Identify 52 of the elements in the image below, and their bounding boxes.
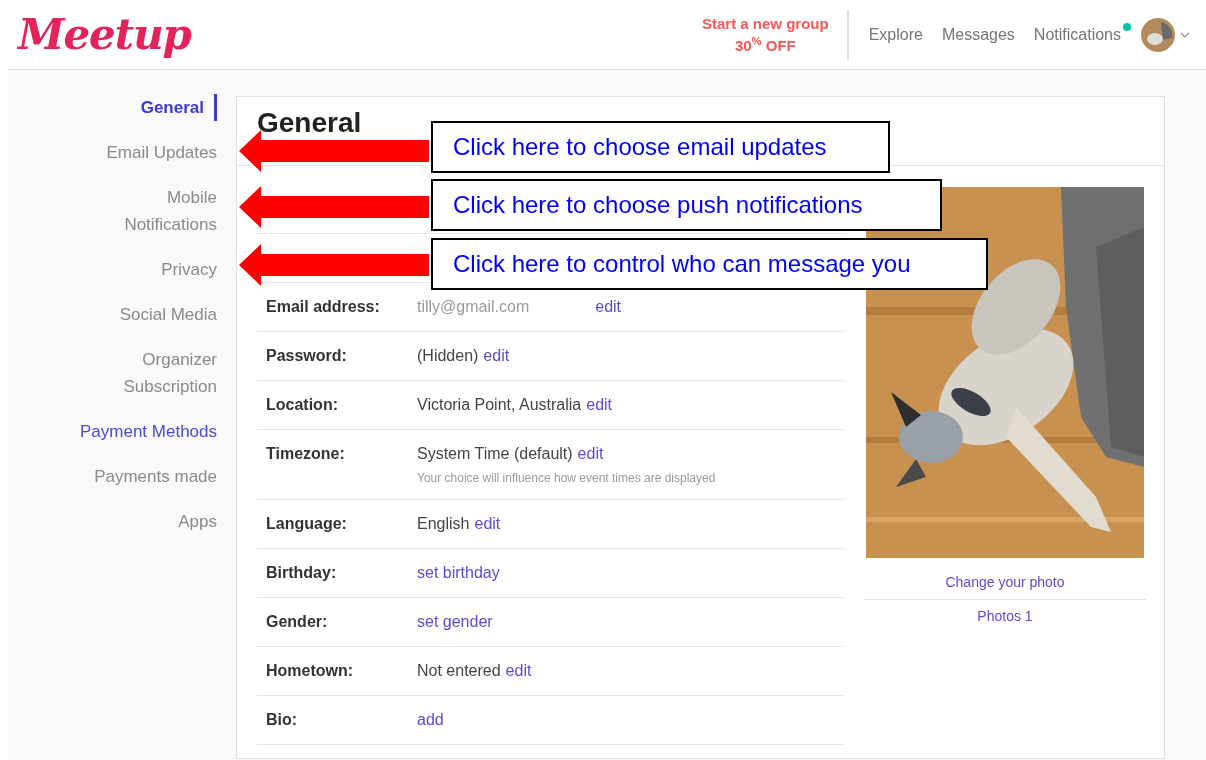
edit-link[interactable]: set birthday [417, 561, 500, 585]
edit-link[interactable]: edit [474, 512, 501, 536]
field-label: Gender: [265, 612, 329, 632]
nav-link[interactable]: Notifications [1033, 25, 1121, 43]
field-label: Birthday: [265, 563, 338, 583]
photo-link[interactable]: Change your photo [864, 566, 1146, 600]
sidebar-item[interactable]: General [77, 94, 217, 121]
callout-box: Click here to control who can message you [431, 238, 988, 290]
nav-link[interactable]: Explore [868, 25, 923, 43]
edit-link[interactable]: edit [595, 295, 622, 319]
nav-link[interactable]: Messages [941, 25, 1015, 43]
field-label: Password: [265, 346, 348, 366]
field-value: English [417, 514, 470, 534]
edit-link[interactable]: add [417, 708, 444, 732]
arrow-icon [239, 130, 429, 172]
chevron-down-icon[interactable] [1180, 31, 1190, 38]
callout-box: Click here to choose push notifications [431, 179, 942, 231]
avatar[interactable] [1141, 17, 1175, 52]
promo-offer: 30$^{%}$ OFF [734, 34, 796, 56]
arrow-icon [239, 186, 429, 228]
sidebar-item[interactable]: Payments made [77, 463, 217, 490]
callout-box: Click here to choose email updates [431, 121, 890, 173]
photo-link[interactable]: Photos 1 [864, 600, 1146, 633]
edit-link[interactable]: edit [483, 344, 510, 368]
field-value: (Hidden) [417, 346, 479, 366]
edit-link[interactable]: set gender [417, 610, 493, 634]
sidebar-item[interactable]: Apps [77, 508, 217, 535]
field-label: Email address: [265, 297, 381, 317]
sidebar-item[interactable]: Organizer Subscription [77, 346, 217, 400]
field-value: System Time (default) [417, 444, 573, 464]
field-label: Timezone: [265, 444, 346, 464]
field-value: tilly@gmail.com [417, 297, 530, 317]
sidebar-item[interactable]: Mobile Notifications [77, 184, 217, 238]
logo[interactable]: Meetup [18, 3, 191, 66]
edit-link[interactable]: edit [505, 659, 532, 683]
field-value: Victoria Point, Australia [417, 395, 582, 415]
field-label: Language: [265, 514, 348, 534]
sidebar-item[interactable]: Email Updates [77, 139, 217, 166]
sidebar-item[interactable]: Payment Methods [77, 418, 217, 445]
field-label: Bio: [265, 710, 299, 730]
promo-title: Start a new group [702, 13, 829, 34]
edit-link[interactable]: edit [577, 442, 604, 466]
field-label: Location: [265, 395, 339, 415]
promo-link[interactable]: Start a new group 30$^{%}$ OFF [702, 9, 849, 60]
page-title: General [257, 107, 362, 139]
field-note: Your choice will influence how event times are displayed [417, 470, 716, 487]
field-value: Not entered [417, 661, 501, 681]
sidebar-item[interactable]: Social Media [77, 301, 217, 328]
field-label: Hometown: [265, 661, 355, 681]
edit-link[interactable]: edit [586, 393, 613, 417]
arrow-icon [239, 244, 429, 286]
sidebar-item[interactable]: Privacy [77, 256, 217, 283]
